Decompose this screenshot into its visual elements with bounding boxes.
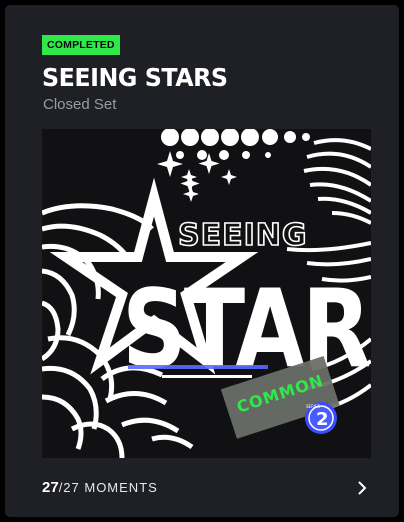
series-number: 2 — [316, 409, 329, 430]
set-progress: 27/27 MOMENTS — [42, 478, 372, 498]
moments-total: /27 MOMENTS — [58, 480, 158, 495]
art-word-seeing: SEEING — [178, 218, 308, 253]
set-card[interactable]: COMPLETED SEEING STARS Closed Set SEEING… — [0, 0, 404, 522]
moments-collected: 27 — [42, 479, 59, 496]
set-type: Closed Set — [43, 96, 117, 113]
set-title: SEEING STARS — [42, 63, 228, 92]
chevron-right-icon[interactable] — [352, 478, 372, 498]
art-word-stars: STARS — [122, 268, 371, 393]
set-artwork: SEEING STARS COMMON 2 SERIES — [42, 129, 371, 458]
series-text: SERIES — [306, 404, 321, 409]
moments-count: 27/27 MOMENTS — [42, 478, 158, 498]
status-badge: COMPLETED — [42, 35, 120, 55]
